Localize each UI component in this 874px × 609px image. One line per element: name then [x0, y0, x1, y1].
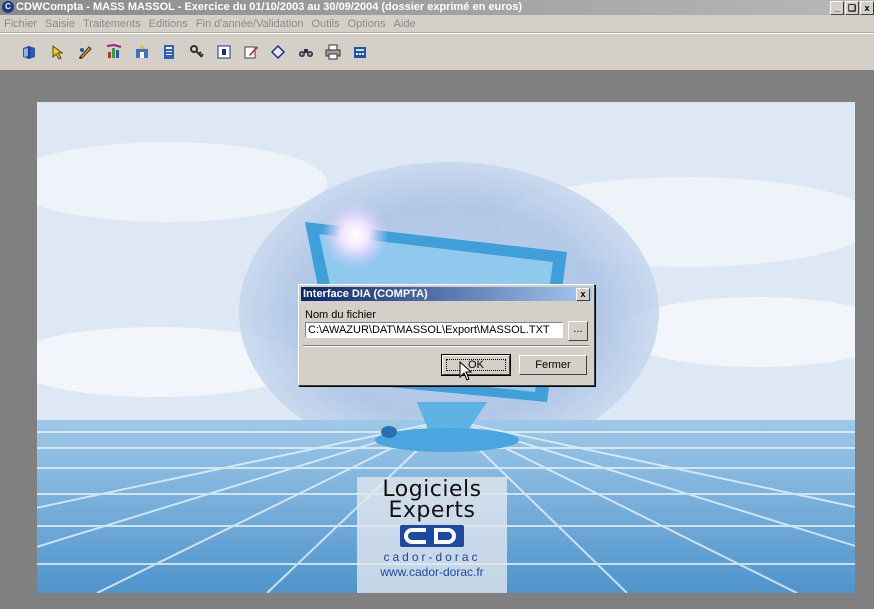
menu-traitements[interactable]: Traitements [79, 18, 145, 30]
pointer-icon[interactable] [50, 44, 66, 60]
toolbar [0, 33, 874, 71]
logo-text-line1: Logiciels [382, 477, 482, 502]
form-icon[interactable] [216, 44, 232, 60]
interface-dia-dialog: Interface DIA (COMPTA) x Nom du fichier … [298, 284, 595, 386]
menu-outils[interactable]: Outils [308, 18, 344, 30]
file-name-input[interactable] [305, 322, 563, 338]
mouse-cursor-icon [459, 361, 473, 381]
menu-editions[interactable]: Editions [145, 18, 192, 30]
window-controls: _ ❑ x [830, 1, 874, 15]
printer-icon[interactable] [325, 44, 341, 60]
menu-fin-annee-validation[interactable]: Fin d'année/Validation [192, 18, 308, 30]
edit-icon[interactable] [243, 44, 259, 60]
dialog-close-button[interactable]: x [576, 288, 590, 301]
file-name-label: Nom du fichier [305, 309, 376, 321]
cd-logo-icon [400, 525, 464, 547]
menu-options[interactable]: Options [344, 18, 390, 30]
logo-text-line2: Experts [388, 498, 476, 523]
close-window-button[interactable]: x [860, 1, 874, 15]
window-title-bar[interactable]: C CDWCompta - MASS MASSOL - Exercice du … [0, 0, 874, 15]
app-icon: C [2, 1, 14, 13]
ledger-icon[interactable] [161, 44, 177, 60]
dialog-title: Interface DIA (COMPTA) [303, 288, 428, 300]
chart-icon[interactable] [106, 44, 122, 60]
menu-saisie[interactable]: Saisie [41, 18, 79, 30]
dialog-title-bar[interactable]: Interface DIA (COMPTA) x [301, 287, 592, 301]
menu-fichier[interactable]: Fichier [0, 18, 41, 30]
menu-aide[interactable]: Aide [390, 18, 420, 30]
key-icon[interactable] [189, 44, 205, 60]
menu-bar: Fichier Saisie Traitements Editions Fin … [0, 15, 874, 33]
maximize-button[interactable]: ❑ [845, 1, 859, 15]
browse-button[interactable]: ... [568, 321, 588, 341]
ok-button[interactable]: OK [441, 354, 511, 376]
calculator-icon[interactable] [352, 44, 368, 60]
logo-panel: Logiciels Experts cador-dorac www.cador-… [357, 477, 507, 593]
book-icon[interactable] [21, 44, 37, 60]
company-url: www.cador-dorac.fr [380, 565, 484, 579]
binoculars-icon[interactable] [298, 44, 314, 60]
pen-icon[interactable] [77, 44, 93, 60]
close-dialog-button[interactable]: Fermer [519, 355, 587, 375]
window-title: CDWCompta - MASS MASSOL - Exercice du 01… [16, 1, 522, 13]
wizard-icon[interactable] [134, 44, 150, 60]
diamond-icon[interactable] [270, 44, 286, 60]
minimize-button[interactable]: _ [830, 1, 844, 15]
dialog-separator [303, 345, 589, 347]
company-name: cador-dorac [383, 550, 481, 564]
